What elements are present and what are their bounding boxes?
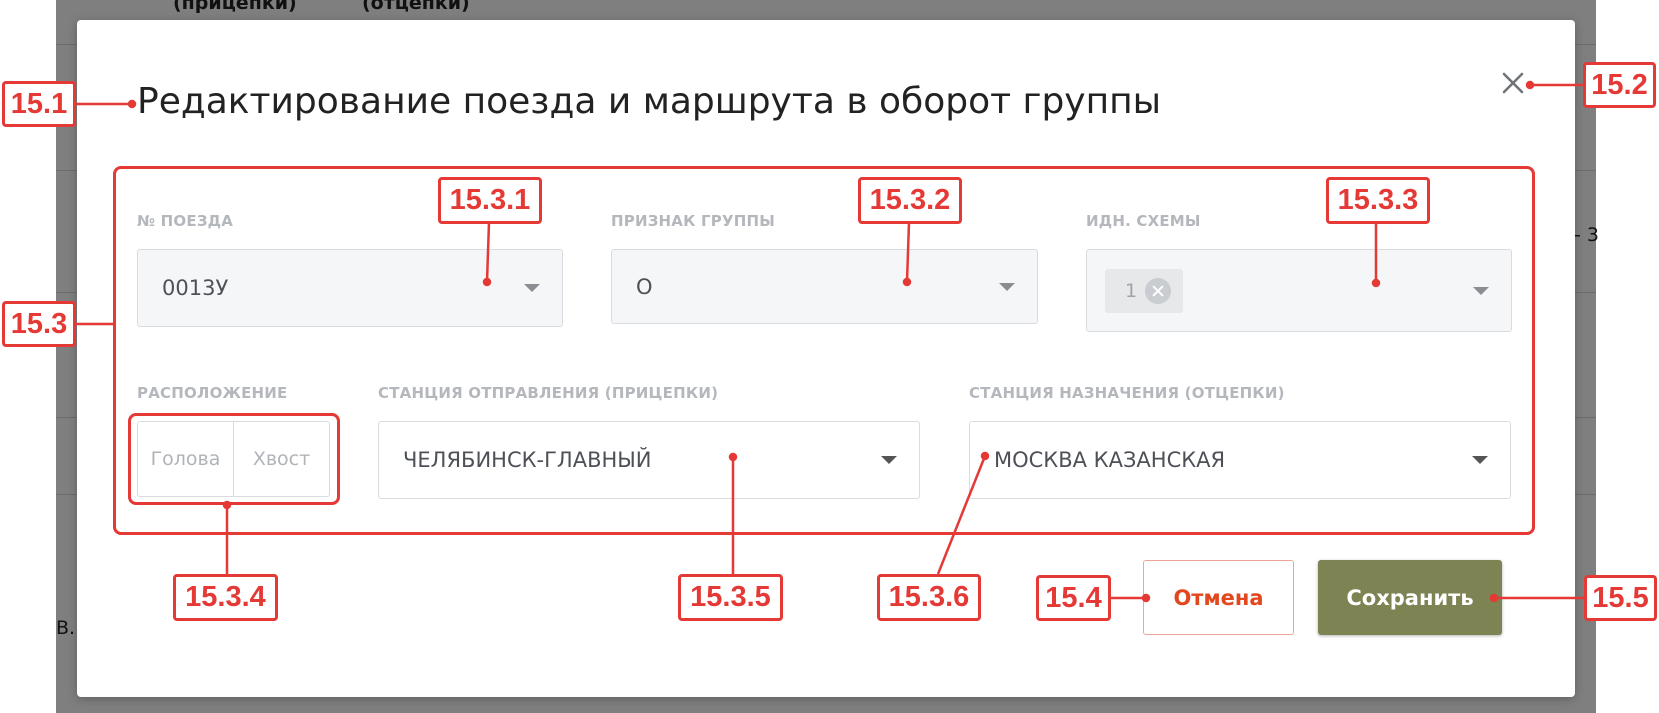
annotation-label: 15.3.3 [1326, 177, 1430, 224]
annotation-label: 15.3.4 [173, 574, 278, 621]
annotation-label: 15.2 [1583, 62, 1656, 108]
annotation-label: 15.5 [1584, 575, 1657, 621]
annotation-label: 15.3.2 [858, 177, 962, 224]
annotation-label: 15.4 [1036, 575, 1111, 621]
annotation-label: 15.3.5 [678, 574, 783, 621]
annotation-label: 15.3.1 [438, 177, 542, 224]
annotation-label: 15.3.6 [877, 574, 981, 621]
annotation-label: 15.3 [2, 301, 76, 347]
annotation-label: 15.1 [2, 81, 76, 127]
